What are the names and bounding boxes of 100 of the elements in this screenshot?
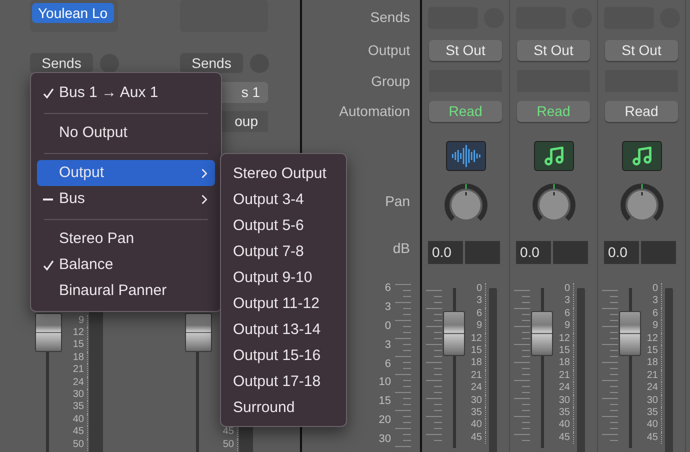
volume-field[interactable]: 0.0 [428, 240, 463, 264]
scale-label: 45 [558, 432, 574, 444]
menu-item[interactable]: Output 11-12 [225, 291, 342, 317]
scale-label: 24 [558, 382, 574, 395]
scale-label: 15 [72, 339, 88, 352]
scale-label: 15 [558, 344, 574, 358]
menu-item[interactable]: Balance [37, 252, 215, 278]
menu-item[interactable]: Output 13-14 [225, 317, 342, 343]
menu-item[interactable]: Output 9-10 [225, 265, 342, 291]
plugin-button[interactable]: Youlean Lo [32, 3, 114, 23]
group-slot[interactable]: oup [222, 111, 268, 132]
fader-cap[interactable] [619, 311, 641, 356]
row-label: dB [392, 238, 410, 258]
scale-label: 24 [470, 382, 486, 395]
menu-item[interactable]: Output 17-18 [225, 369, 342, 395]
scale-label: 20 [378, 414, 392, 428]
menu-item[interactable]: Output 7-8 [225, 239, 342, 265]
scale-label: 40 [646, 419, 662, 432]
menu-item[interactable]: Bus [37, 186, 215, 212]
scale-label: 0 [384, 320, 392, 334]
scale-label: 0 [652, 283, 662, 296]
row-label: Output [368, 40, 410, 60]
scale-label: 50 [222, 438, 238, 451]
scale-label: 0 [564, 283, 574, 296]
scale-label: 9 [476, 320, 486, 333]
send-level-knob[interactable] [100, 54, 119, 72]
menu-item[interactable]: Output 5-6 [225, 213, 342, 239]
scale-label: 21 [558, 370, 574, 382]
scale-label: 3 [384, 300, 392, 315]
scale-label: 30 [72, 389, 88, 402]
scale-label: 0 [476, 283, 486, 296]
peak-field [465, 240, 500, 264]
scale-label: 15 [470, 344, 486, 358]
scale-label: 15 [378, 395, 392, 410]
scale-label: 24 [72, 376, 88, 390]
scale-label: 9 [652, 320, 662, 333]
scale-label: 10 [378, 376, 392, 390]
fader-cap[interactable] [35, 313, 62, 352]
scale-label: 6 [564, 308, 574, 320]
automation-button[interactable]: Read [605, 101, 678, 122]
scale-label: 3 [384, 338, 392, 353]
channel-button[interactable]: s 1 [222, 82, 268, 103]
scale-label: 35 [646, 406, 662, 420]
menu-item[interactable]: No Output [37, 120, 215, 146]
scale-label: 9 [564, 320, 574, 333]
row-label: Sends [370, 8, 410, 26]
scale-label: 6 [384, 282, 392, 296]
scale-label: 24 [646, 382, 662, 395]
scale-label: 40 [470, 419, 486, 432]
scale-label: 6 [652, 308, 662, 320]
scale-label: 21 [470, 370, 486, 382]
scale-label: 45 [470, 432, 486, 444]
scale-label: 21 [646, 370, 662, 382]
scale-label: 3 [652, 295, 662, 308]
volume-field[interactable]: 0.0 [604, 240, 639, 264]
menu-item[interactable]: Stereo Output [225, 161, 342, 187]
row-label: Pan [385, 192, 410, 211]
scale-label: 18 [558, 357, 574, 370]
menu-item[interactable]: Binaural Panner [37, 278, 215, 304]
music-note-icon[interactable] [534, 141, 574, 171]
volume-field[interactable]: 0.0 [516, 240, 551, 264]
peak-field [553, 240, 588, 264]
music-note-icon[interactable] [622, 141, 662, 171]
scale-label: 40 [72, 414, 88, 426]
menu-item[interactable]: Output 15-16 [225, 343, 342, 369]
scale-label: 35 [558, 406, 574, 420]
menu-item[interactable]: Surround [225, 395, 342, 421]
scale-label: 30 [646, 394, 662, 407]
output-button[interactable]: St Out [517, 40, 590, 60]
scale-label: 30 [558, 394, 574, 407]
fader-cap[interactable] [185, 313, 212, 352]
scale-label: 12 [558, 332, 574, 345]
scale-label: 18 [72, 352, 88, 364]
scale-label: 12 [646, 332, 662, 345]
menu-item[interactable]: Output [37, 160, 215, 186]
fader-cap[interactable] [443, 311, 465, 356]
scale-label: 35 [72, 401, 88, 414]
menu-item[interactable]: Stereo Pan [37, 226, 215, 252]
scale-label: 3 [564, 295, 574, 308]
scale-label: 50 [72, 438, 88, 451]
row-label: Group [371, 72, 410, 91]
menu-item[interactable]: Bus 1 → Aux 1 [37, 80, 215, 106]
waveform-icon[interactable] [446, 141, 486, 171]
scale-label: 18 [470, 357, 486, 370]
scale-label: 3 [476, 295, 486, 308]
menu-item[interactable]: Output 3-4 [225, 187, 342, 213]
insert-slot[interactable]: Youlean Lo [30, 0, 118, 32]
scale-label: 40 [558, 419, 574, 432]
row-label: Automation [339, 102, 410, 121]
fader-cap[interactable] [531, 311, 553, 356]
scale-label: 12 [72, 327, 88, 340]
output-button[interactable]: St Out [429, 40, 502, 60]
sends-button[interactable]: Sends [30, 53, 93, 73]
scale-label: 35 [470, 406, 486, 420]
scale-label: 30 [378, 433, 392, 448]
peak-field [641, 240, 676, 264]
output-button[interactable]: St Out [605, 40, 678, 60]
sends-button[interactable]: Sends [180, 53, 243, 73]
scale-label: 30 [470, 394, 486, 407]
scale-label: 45 [646, 432, 662, 444]
